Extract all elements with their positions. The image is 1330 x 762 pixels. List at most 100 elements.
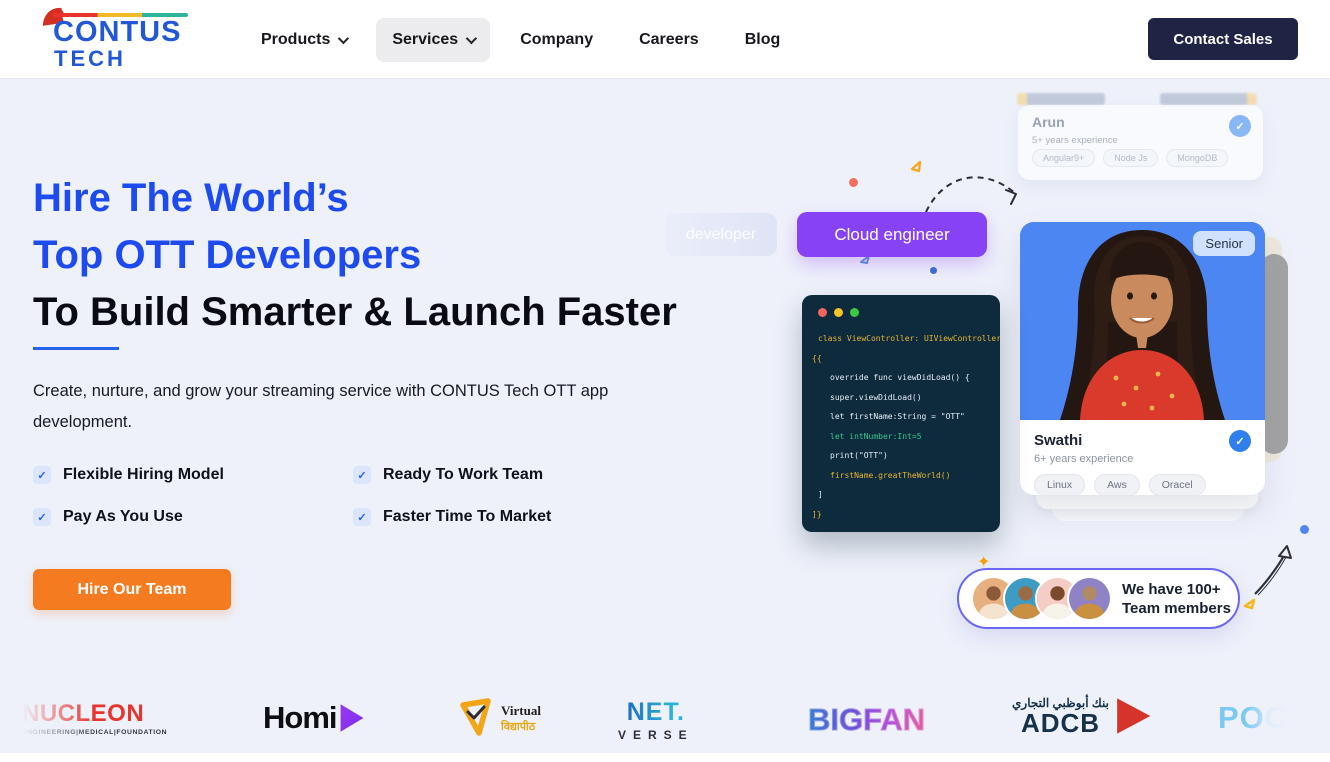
main-nav: Products Services Company Careers Blog xyxy=(245,0,796,79)
seniority-badge: Senior xyxy=(1193,231,1255,256)
logo-text: NET. xyxy=(627,698,685,727)
skill-tag: MongoDB xyxy=(1166,149,1228,167)
team-members-line-2: Team members xyxy=(1122,599,1231,618)
skill-tag: Linux xyxy=(1034,474,1085,496)
verified-badge-icon: ✓ xyxy=(1229,115,1251,137)
developer-name: Arun xyxy=(1032,114,1065,130)
hero-title-line-2: Top OTT Developers xyxy=(33,227,677,284)
avatar-group xyxy=(971,576,1112,621)
feature-item: ✓ Ready To Work Team xyxy=(353,466,653,484)
nav-label: Blog xyxy=(745,31,781,49)
developer-card-arun: Arun 5+ years experience Angular9+ Node … xyxy=(1018,105,1263,180)
logo-tagline: ENGINEERING|MEDICAL|FOUNDATION xyxy=(22,729,167,736)
feature-label: Ready To Work Team xyxy=(383,466,543,484)
nav-label: Company xyxy=(520,31,593,49)
maximize-icon xyxy=(850,308,859,317)
nav-item-company[interactable]: Company xyxy=(504,18,609,62)
decor-dot-blue xyxy=(1300,525,1309,534)
logo-text-faded: C xyxy=(1265,700,1287,736)
code-line: override func viewDidLoad() { xyxy=(802,368,1000,388)
contact-sales-button[interactable]: Contact Sales xyxy=(1148,18,1298,60)
verified-badge-icon: ✓ xyxy=(1229,430,1251,452)
skill-tags: Angular9+ Node Js MongoDB xyxy=(1032,149,1228,167)
minimize-icon xyxy=(834,308,843,317)
skill-tag: Aws xyxy=(1094,474,1140,496)
developer-card-swathi: Senior Swathi 6+ years experience Linux … xyxy=(1020,222,1265,495)
client-logo-bigfan: BIGFAN xyxy=(808,702,925,738)
hero-title-line-1: Hire The World’s xyxy=(33,170,677,227)
client-logo-virtual: Virtual विद्यापीठ xyxy=(455,697,541,739)
skill-tag: Oracel xyxy=(1149,474,1206,496)
landing-page: CONTUS TECH Products Services Company Ca… xyxy=(0,0,1330,762)
skill-tag: Angular9+ xyxy=(1032,149,1095,167)
nav-item-services[interactable]: Services xyxy=(376,18,490,62)
code-line: let firstName:String = "OTT" xyxy=(802,407,1000,427)
title-underline xyxy=(33,347,119,350)
code-line: let intNumber:Int=5 xyxy=(802,427,1000,447)
developer-photo: Senior xyxy=(1020,222,1265,420)
role-badge-developer: developer xyxy=(665,213,777,256)
next-section-edge xyxy=(0,753,1330,762)
close-icon xyxy=(818,308,827,317)
feature-label: Flexible Hiring Model xyxy=(63,466,224,484)
client-logo-netverse: NET. VERSE xyxy=(618,698,694,742)
logo-text: NUCLEON xyxy=(22,700,144,728)
logo-text-contus: CONTUS xyxy=(53,16,181,49)
logo-subtitle: विद्यापीठ xyxy=(501,719,541,734)
decor-dot-red xyxy=(849,178,858,187)
check-icon: ✓ xyxy=(353,466,371,484)
dashed-arrow-icon xyxy=(918,162,1028,217)
check-icon: ✓ xyxy=(33,466,51,484)
nav-item-products[interactable]: Products xyxy=(245,18,362,62)
faded-carousel-card xyxy=(1160,93,1257,105)
developer-experience: 5+ years experience xyxy=(1032,135,1118,146)
code-line: class ViewController: UIViewController xyxy=(802,329,1000,349)
logo-text: ADCB xyxy=(1021,710,1100,736)
window-traffic-lights xyxy=(818,308,859,317)
logo-subtitle: VERSE xyxy=(618,728,694,742)
client-logo-poc: PO C xyxy=(1218,700,1287,736)
virtual-logo-icon xyxy=(455,697,495,739)
developer-name: Swathi xyxy=(1034,432,1251,449)
feature-list: ✓ Flexible Hiring Model ✓ Ready To Work … xyxy=(33,466,653,526)
code-line: ] xyxy=(802,485,1000,505)
feature-label: Pay As You Use xyxy=(63,508,183,526)
decor-dot-blue xyxy=(930,267,937,274)
play-icon xyxy=(1115,696,1151,736)
role-badge-cloud-engineer: Cloud engineer xyxy=(797,212,987,257)
check-icon: ✓ xyxy=(353,508,371,526)
nav-item-careers[interactable]: Careers xyxy=(623,18,715,62)
code-line: {{ xyxy=(802,349,1000,369)
logo-text: Virtual xyxy=(501,703,541,719)
chevron-down-icon xyxy=(466,32,477,43)
sketch-arrow-icon xyxy=(1249,540,1299,600)
chevron-down-icon xyxy=(338,32,349,43)
hero-title-line-3: To Build Smarter & Launch Faster xyxy=(33,284,677,341)
skill-tags: Linux Aws Oracel xyxy=(1034,474,1251,496)
developer-experience: 6+ years experience xyxy=(1034,453,1251,465)
avatar xyxy=(1067,576,1112,621)
team-members-pill: We have 100+ Team members xyxy=(957,568,1240,629)
client-logo-homi: Homi xyxy=(263,700,365,736)
logo-text-tech: TECH xyxy=(54,46,126,72)
code-editor-card: class ViewController: UIViewController {… xyxy=(802,295,1000,532)
hire-our-team-button[interactable]: Hire Our Team xyxy=(33,569,231,610)
client-logo-adcb: بنك أبوظبي التجاري ADCB xyxy=(1012,696,1151,736)
hero-title: Hire The World’s Top OTT Developers To B… xyxy=(33,170,677,341)
code-line: ]} xyxy=(802,505,1000,525)
code-line: print("OTT") xyxy=(802,446,1000,466)
header: CONTUS TECH Products Services Company Ca… xyxy=(0,0,1330,79)
nav-item-blog[interactable]: Blog xyxy=(729,18,797,62)
code-block: class ViewController: UIViewController {… xyxy=(802,329,1000,524)
team-members-line-1: We have 100+ xyxy=(1122,580,1231,599)
skill-tag: Node Js xyxy=(1103,149,1158,167)
brand-logo[interactable]: CONTUS TECH xyxy=(33,4,193,76)
feature-item: ✓ Flexible Hiring Model xyxy=(33,466,353,484)
hero-description: Create, nurture, and grow your streaming… xyxy=(33,376,618,437)
logo-text: BIGFAN xyxy=(808,702,925,738)
faded-carousel-card xyxy=(1017,93,1105,105)
yellow-triangle-icon xyxy=(1242,596,1258,612)
nav-label: Services xyxy=(392,31,458,49)
play-icon xyxy=(339,703,365,733)
logo-text: Homi xyxy=(263,700,337,736)
